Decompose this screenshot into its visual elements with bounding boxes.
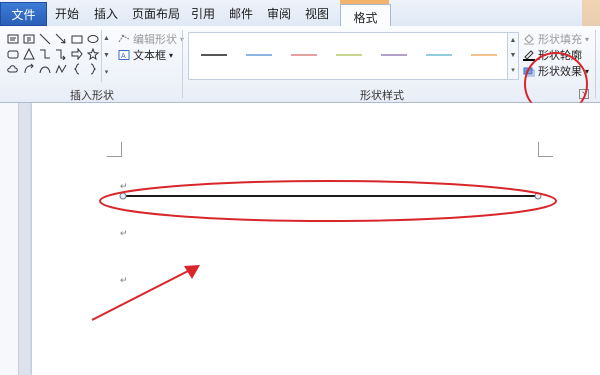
- document-overlay: [91, 180, 557, 321]
- red-arrow-annotation: [91, 265, 200, 321]
- line-handle-left[interactable]: [119, 192, 127, 200]
- selected-horizontal-line[interactable]: [119, 192, 542, 200]
- red-ellipse-annotation: [99, 180, 557, 222]
